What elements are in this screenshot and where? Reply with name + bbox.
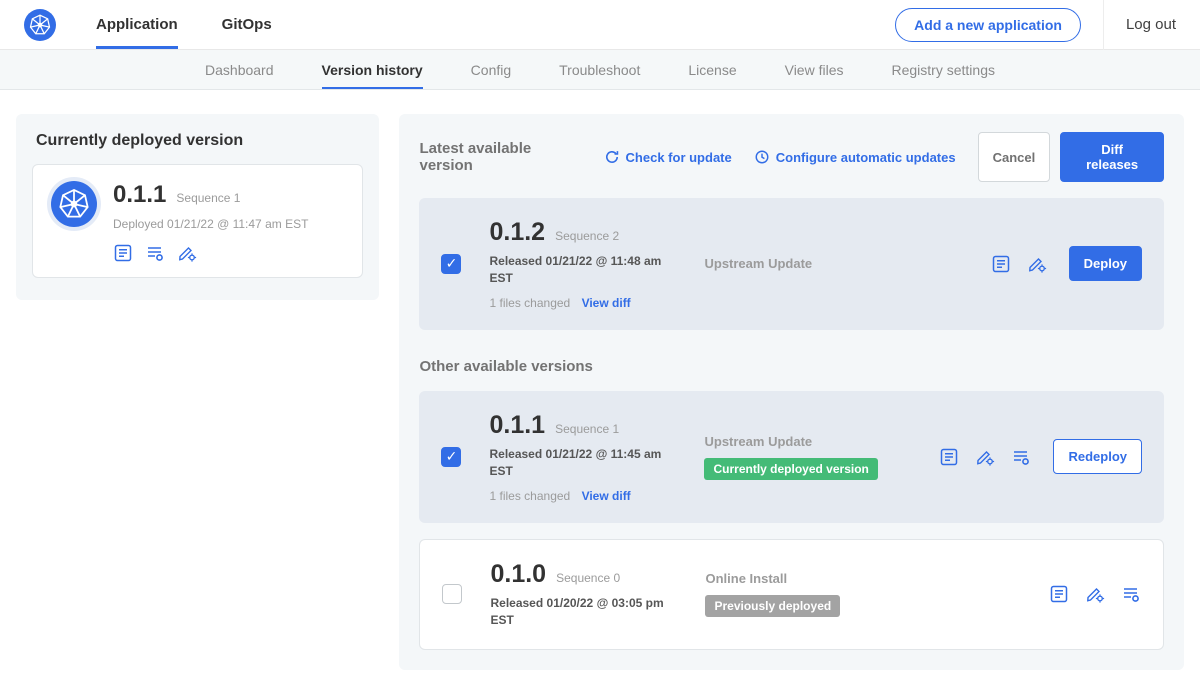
sequence-label: Sequence 0 <box>556 571 620 585</box>
header-buttons: Cancel Diff releases <box>978 132 1164 182</box>
files-changed-label: 1 files changed <box>489 489 570 503</box>
version-source: Online Install Previously deployed <box>705 571 940 617</box>
add-new-application-button[interactable]: Add a new application <box>895 8 1081 42</box>
check-for-update-label: Check for update <box>626 150 732 165</box>
check-for-update-link[interactable]: Check for update <box>604 149 732 165</box>
version-actions: Redeploy <box>939 439 1142 474</box>
version-actions: Deploy <box>991 246 1142 281</box>
subnav-tab-dashboard[interactable]: Dashboard <box>205 50 274 89</box>
clock-icon <box>754 149 770 165</box>
logs-icon[interactable] <box>145 243 165 263</box>
refresh-icon <box>604 149 620 165</box>
topnav-tab-gitops[interactable]: GitOps <box>222 0 272 49</box>
logs-icon[interactable] <box>1011 447 1031 467</box>
version-history-panel: Latest available version Check for updat… <box>399 114 1184 670</box>
currently-deployed-badge: Currently deployed version <box>704 458 877 480</box>
other-versions-title: Other available versions <box>419 358 1164 375</box>
released-timestamp: Released 01/21/22 @ 11:45 am EST <box>489 446 674 481</box>
deployed-sequence-label: Sequence 1 <box>176 191 240 205</box>
version-info: 0.1.1 Sequence 1 Released 01/21/22 @ 11:… <box>489 411 704 503</box>
release-notes-icon[interactable] <box>113 243 133 263</box>
source-label: Upstream Update <box>704 256 939 271</box>
version-actions <box>1049 584 1141 604</box>
version-number: 0.1.1 <box>489 411 545 440</box>
version-info: 0.1.2 Sequence 2 Released 01/21/22 @ 11:… <box>489 218 704 310</box>
files-changed-label: 1 files changed <box>489 296 570 310</box>
version-checkbox[interactable] <box>442 584 462 604</box>
subnav-tab-view-files[interactable]: View files <box>785 50 844 89</box>
subnav-tab-license[interactable]: License <box>688 50 736 89</box>
configure-automatic-updates-link[interactable]: Configure automatic updates <box>754 149 956 165</box>
previously-deployed-badge: Previously deployed <box>705 595 840 617</box>
view-diff-link[interactable]: View diff <box>582 489 631 503</box>
topnav-tabs: Application GitOps <box>96 0 272 49</box>
release-notes-icon[interactable] <box>991 254 1011 274</box>
version-checkbox[interactable] <box>441 254 461 274</box>
topnav-tab-application[interactable]: Application <box>96 0 178 49</box>
latest-version-title: Latest available version <box>419 140 585 174</box>
version-row-0-1-2: 0.1.2 Sequence 2 Released 01/21/22 @ 11:… <box>419 198 1164 330</box>
version-source: Upstream Update <box>704 256 939 271</box>
version-source: Upstream Update Currently deployed versi… <box>704 434 939 480</box>
version-number: 0.1.2 <box>489 218 545 247</box>
sequence-label: Sequence 1 <box>555 422 619 436</box>
kubernetes-helm-icon <box>24 9 56 41</box>
main-content: Currently deployed version 0.1.1 <box>0 90 1200 694</box>
diff-releases-button[interactable]: Diff releases <box>1060 132 1164 182</box>
deployed-timestamp: Deployed 01/21/22 @ 11:47 am EST <box>113 217 308 231</box>
source-label: Online Install <box>705 571 940 586</box>
logs-icon[interactable] <box>1121 584 1141 604</box>
kots-admin-console: Application GitOps Add a new application… <box>0 0 1200 634</box>
deployed-action-icons <box>113 243 308 263</box>
edit-config-icon[interactable] <box>1085 584 1105 604</box>
kubernetes-helm-icon <box>51 181 97 227</box>
cancel-button[interactable]: Cancel <box>978 132 1051 182</box>
sequence-label: Sequence 2 <box>555 229 619 243</box>
view-diff-link[interactable]: View diff <box>582 296 631 310</box>
subnav-tab-registry-settings[interactable]: Registry settings <box>892 50 995 89</box>
version-info: 0.1.0 Sequence 0 Released 01/20/22 @ 03:… <box>490 560 705 630</box>
currently-deployed-title: Currently deployed version <box>32 132 363 150</box>
app-logo <box>24 0 56 49</box>
configure-automatic-updates-label: Configure automatic updates <box>776 150 956 165</box>
released-timestamp: Released 01/21/22 @ 11:48 am EST <box>489 253 674 288</box>
deployed-version-number: 0.1.1 <box>113 181 166 209</box>
top-navbar: Application GitOps Add a new application… <box>0 0 1200 50</box>
version-row-0-1-1: 0.1.1 Sequence 1 Released 01/21/22 @ 11:… <box>419 391 1164 523</box>
edit-config-icon[interactable] <box>177 243 197 263</box>
deploy-button[interactable]: Deploy <box>1069 246 1142 281</box>
source-label: Upstream Update <box>704 434 939 449</box>
logout-link[interactable]: Log out <box>1103 0 1176 50</box>
files-changed: 1 files changed View diff <box>489 296 704 310</box>
release-notes-icon[interactable] <box>939 447 959 467</box>
latest-version-header: Latest available version Check for updat… <box>419 132 1164 182</box>
redeploy-button[interactable]: Redeploy <box>1053 439 1142 474</box>
topnav-right: Add a new application Log out <box>895 0 1176 49</box>
files-changed: 1 files changed View diff <box>489 489 704 503</box>
version-number: 0.1.0 <box>490 560 546 589</box>
version-checkbox[interactable] <box>441 447 461 467</box>
currently-deployed-panel: Currently deployed version 0.1.1 <box>16 114 379 300</box>
subnav-tab-version-history[interactable]: Version history <box>322 50 423 89</box>
deployed-version-card: 0.1.1 Sequence 1 Deployed 01/21/22 @ 11:… <box>32 164 363 278</box>
edit-config-icon[interactable] <box>1027 254 1047 274</box>
subnav-tab-troubleshoot[interactable]: Troubleshoot <box>559 50 640 89</box>
app-subnav: Dashboard Version history Config Trouble… <box>0 50 1200 90</box>
edit-config-icon[interactable] <box>975 447 995 467</box>
released-timestamp: Released 01/20/22 @ 03:05 pm EST <box>490 595 675 630</box>
release-notes-icon[interactable] <box>1049 584 1069 604</box>
subnav-tab-config[interactable]: Config <box>471 50 511 89</box>
